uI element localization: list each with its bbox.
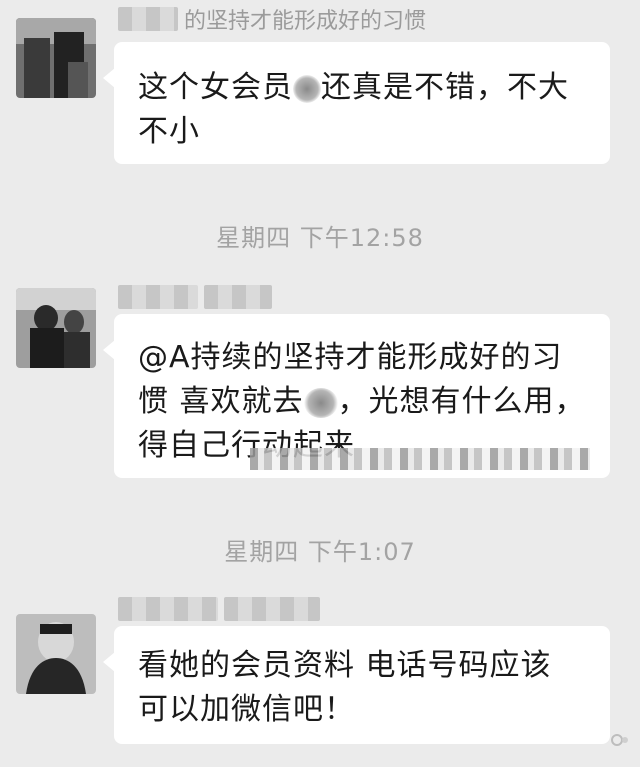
pixelated-name: [204, 285, 272, 309]
chat-window: 的坚持才能形成好的习惯 这个女会员 还真是不错，不大不小 星期四 下午12:58 …: [0, 0, 640, 767]
avatar-1[interactable]: [16, 18, 96, 98]
pixelated-name: [118, 285, 198, 309]
avatar-photo-icon: [16, 288, 96, 368]
message-text-line: 看她的会员资料 电话号码应该: [138, 648, 552, 683]
sender-name-text: 的坚持才能形成好的习惯: [184, 9, 427, 34]
censored-noise: [250, 448, 590, 470]
sender-name-1: 的坚持才能形成好的习惯: [118, 4, 426, 34]
sender-name-2: [118, 282, 278, 312]
message-text-line: 可以加微信吧！: [138, 692, 355, 727]
timestamp-2: 星期四 下午1:07: [224, 538, 416, 566]
sender-name-3: [118, 594, 326, 624]
timestamp-1: 星期四 下午12:58: [216, 224, 424, 252]
message-bubble-3[interactable]: 看她的会员资料 电话号码应该 可以加微信吧！: [103, 626, 610, 744]
pixelated-name: [118, 7, 178, 31]
censored-blur: [293, 74, 321, 103]
avatar-photo-icon: [16, 18, 96, 98]
watermark-icon: [610, 733, 632, 747]
censored-blur: [303, 387, 338, 418]
message-bubble-2[interactable]: @A持续的坚持才能形成好的习惯 喜欢就去 ，光想有什么用，得自己行动起来: [103, 314, 610, 478]
pixelated-name: [224, 597, 320, 621]
avatar-2[interactable]: [16, 288, 96, 368]
pixelated-name: [118, 597, 218, 621]
message-text: 这个女会员: [138, 70, 293, 105]
avatar-3[interactable]: [16, 614, 96, 694]
avatar-photo-icon: [16, 614, 96, 694]
message-bubble-1[interactable]: 这个女会员 还真是不错，不大不小: [103, 42, 610, 164]
